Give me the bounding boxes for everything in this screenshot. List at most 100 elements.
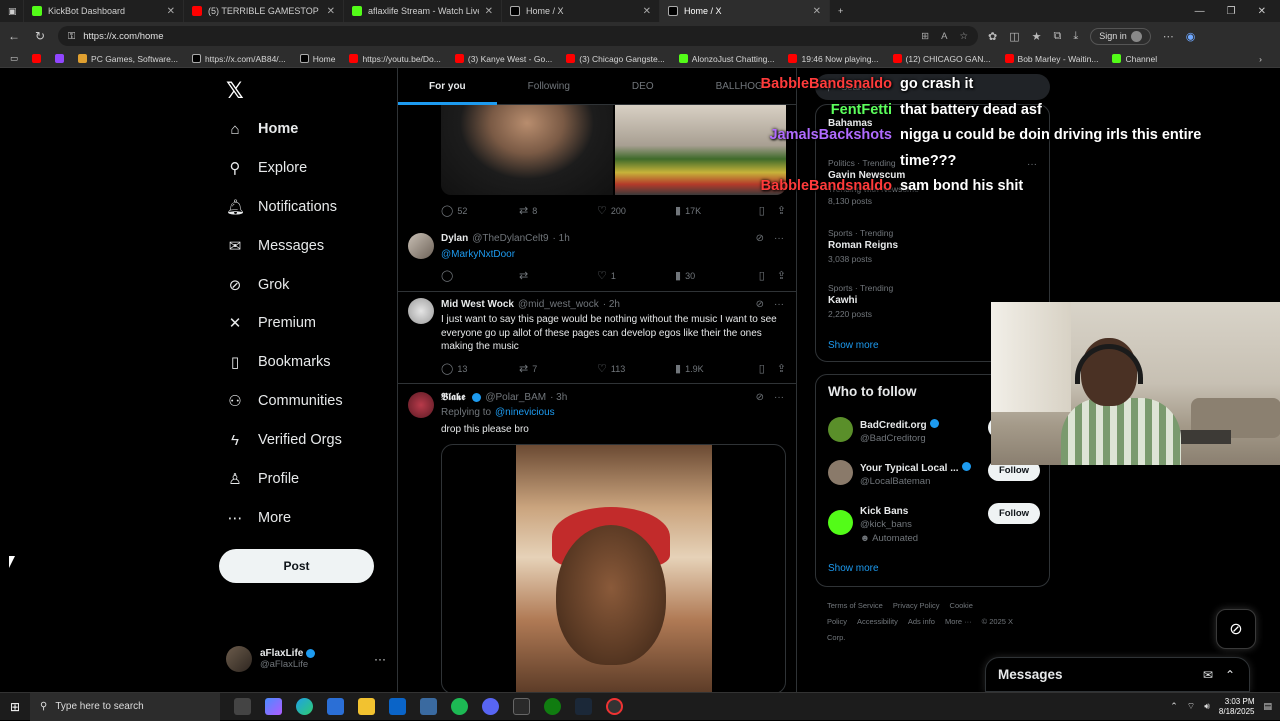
discord-icon[interactable] [482, 698, 499, 715]
url-field[interactable]: ⚿ https://x.com/home ⊞ A ☆ [58, 26, 978, 46]
bookmark-item[interactable]: PC Games, Software... [78, 54, 178, 64]
collections-icon[interactable]: ⧉ [1054, 30, 1062, 43]
grok-fab-button[interactable]: ⊘ [1216, 609, 1256, 649]
bookmark-item[interactable]: Channel [1112, 54, 1157, 64]
tweet-text[interactable]: drop this please bro [441, 423, 781, 437]
avatar[interactable] [828, 460, 853, 485]
tweet-time[interactable]: · 1h [553, 233, 570, 244]
settings-more-icon[interactable]: ⋯ [1163, 30, 1174, 43]
bookmark-item[interactable] [55, 54, 65, 64]
x-logo-icon[interactable]: 𝕏 [226, 78, 244, 104]
like-button[interactable]: ♡ 200 [597, 204, 675, 217]
more-options-icon[interactable]: ··· [774, 233, 784, 244]
nav-item-communities[interactable]: ⚇ Communities [226, 390, 342, 412]
trend-item[interactable]: Sports · Trending Kawhi 2,220 posts [828, 282, 893, 320]
bookmark-item[interactable]: https://x.com/AB84/... [191, 54, 286, 64]
tab-close-icon[interactable]: ✕ [479, 6, 493, 17]
tweet-time[interactable]: · 3h [550, 392, 567, 403]
sign-in-button[interactable]: Sign in [1090, 27, 1151, 45]
tweet-handle[interactable]: @mid_west_wock [518, 299, 599, 310]
nav-item-premium[interactable]: ✕ Premium [226, 312, 316, 334]
like-button[interactable]: ♡ 1 [597, 269, 675, 282]
new-tab-button[interactable]: + [830, 0, 851, 22]
tweet-handle[interactable]: @TheDylanCelt9 [472, 233, 548, 244]
footer-link[interactable]: Terms of Service [827, 601, 883, 610]
favorite-star-icon[interactable]: ☆ [959, 31, 968, 42]
views-button[interactable]: ▮ 1.9K [675, 362, 757, 375]
nav-item-profile[interactable]: ♙ Profile [226, 468, 299, 490]
tweet[interactable]: Dylan @TheDylanCelt9 · 1h ⊘ ··· @MarkyNxt… [398, 220, 796, 292]
trend-item[interactable]: Sports · Trending Roman Reigns 3,038 pos… [828, 227, 898, 265]
browser-tab[interactable]: aflaxlife Stream - Watch Live on K✕ [344, 0, 502, 22]
back-icon[interactable]: ← [6, 29, 22, 43]
tab-close-icon[interactable]: ✕ [807, 6, 821, 17]
close-window-icon[interactable]: ✕ [1258, 6, 1266, 17]
epic-games-icon[interactable] [513, 698, 530, 715]
bookmark-item[interactable]: https://youtu.be/Do... [349, 54, 441, 64]
share-icon[interactable]: ⇪ [777, 269, 786, 282]
follow-suggestion[interactable]: Kick Bans @kick_bans ☻ Automated Follow [828, 501, 1040, 544]
post-media[interactable] [441, 105, 786, 195]
bookmark-item[interactable]: AlonzoJust Chatting... [678, 54, 774, 64]
repost-button[interactable]: ⇄ [519, 269, 597, 282]
nav-item-notifications[interactable]: 🔔︎ Notifications [226, 196, 337, 218]
more-options-icon[interactable]: ··· [374, 652, 386, 666]
copilot-icon[interactable]: ◉ [1186, 30, 1196, 43]
copilot-app-icon[interactable] [265, 698, 282, 715]
nav-item-explore[interactable]: ⚲ Explore [226, 157, 308, 179]
show-more-link[interactable]: Show more [828, 563, 879, 574]
maximize-icon[interactable]: ❐ [1227, 6, 1236, 17]
steam-icon[interactable] [575, 698, 592, 715]
follow-button[interactable]: Follow [988, 503, 1040, 524]
downloads-icon[interactable]: ⤓ [1073, 30, 1078, 43]
store-icon[interactable] [327, 698, 344, 715]
bookmark-item[interactable]: Home [299, 54, 335, 64]
bookmark-item[interactable] [32, 54, 42, 64]
bookmark-icon[interactable]: ▯ [759, 204, 765, 217]
windows-start-icon[interactable]: ⊞ [0, 700, 30, 714]
tab-actions-icon[interactable]: ▣ [0, 0, 24, 22]
more-options-icon[interactable]: ··· [774, 392, 784, 403]
nav-item-more[interactable]: ⋯ More [226, 507, 292, 529]
suggestion-name[interactable]: BadCredit.org [860, 420, 927, 431]
reply-button[interactable]: ◯ 52 [441, 204, 519, 217]
tab-close-icon[interactable]: ✕ [161, 6, 175, 17]
post-button[interactable]: Post [219, 549, 374, 583]
tweet-author[interactable]: 𝕭𝖑𝖆𝖐𝖊 [441, 392, 465, 403]
footer-link[interactable]: More ··· [945, 617, 972, 626]
video-player[interactable] [441, 444, 786, 692]
media-image-1[interactable] [441, 105, 613, 195]
share-icon[interactable]: ⇪ [777, 204, 786, 217]
messages-drawer[interactable]: Messages ✉ ⌃ [985, 657, 1250, 692]
more-options-icon[interactable]: ··· [774, 299, 784, 310]
replying-to-link[interactable]: @ninevicious [495, 407, 555, 418]
reply-button[interactable]: ◯ 13 [441, 362, 519, 375]
footer-link[interactable]: Ads info [908, 617, 935, 626]
tweet-text[interactable]: @MarkyNxtDoor [441, 248, 781, 262]
tab-following[interactable]: Following [497, 68, 601, 105]
browser-tab[interactable]: (5) TERRIBLE GAMESTOP EMPLOY✕ [184, 0, 344, 22]
tray-overflow-icon[interactable]: ⌃ [1170, 701, 1178, 712]
views-button[interactable]: ▮ 17K [675, 204, 757, 217]
expand-icon[interactable]: ⌃ [1225, 668, 1235, 682]
repost-button[interactable]: ⇄ 8 [519, 204, 597, 217]
views-button[interactable]: ▮ 30 [675, 269, 757, 282]
bookmarks-menu-icon[interactable]: ▭ [10, 53, 18, 64]
edge-icon[interactable] [296, 698, 313, 715]
show-more-link[interactable]: Show more [828, 340, 879, 351]
clock[interactable]: 3:03 PM 8/18/2025 [1219, 697, 1255, 717]
suggestion-name[interactable]: Kick Bans [860, 506, 908, 517]
photos-icon[interactable] [420, 698, 437, 715]
bookmark-icon[interactable]: ▯ [759, 269, 765, 282]
browser-tab[interactable]: Home / X ✕ [660, 0, 830, 22]
reply-button[interactable]: ◯ [441, 269, 519, 282]
minimize-icon[interactable]: — [1195, 6, 1205, 17]
like-button[interactable]: ♡ 113 [597, 362, 675, 375]
site-info-icon[interactable]: ⚿ [68, 31, 75, 42]
bookmark-icon[interactable]: ▯ [759, 362, 765, 375]
obs-icon[interactable] [606, 698, 623, 715]
taskbar-search-input[interactable]: ⚲ Type here to search [30, 692, 220, 721]
refresh-icon[interactable]: ↻ [32, 29, 48, 43]
bookmark-item[interactable]: (3) Chicago Gangste... [566, 54, 665, 64]
grok-icon[interactable]: ⊘ [756, 299, 764, 310]
